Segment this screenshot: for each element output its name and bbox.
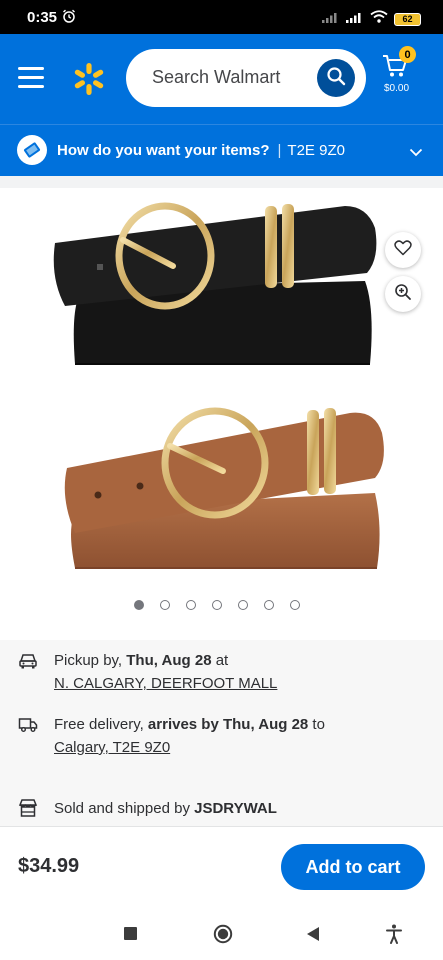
recent-apps-icon[interactable] — [124, 927, 137, 945]
alarm-icon — [62, 9, 76, 28]
pickup-suffix: at — [211, 652, 229, 669]
seller-text: Sold and shipped by JSDRYWAL — [54, 797, 277, 820]
signal-icon — [322, 10, 340, 28]
app-header: 0 $0.00 — [0, 34, 443, 124]
search-input[interactable] — [152, 67, 312, 88]
fulfillment-icon — [17, 135, 47, 165]
back-icon[interactable] — [306, 926, 320, 947]
chevron-down-icon — [409, 144, 423, 162]
product-price: $34.99 — [18, 855, 80, 877]
search-bar[interactable] — [126, 49, 366, 107]
favorite-button[interactable] — [385, 232, 421, 268]
gallery-dot[interactable] — [212, 600, 222, 610]
add-to-cart-button[interactable]: Add to cart — [281, 844, 425, 890]
status-time: 0:35 — [27, 9, 58, 26]
gallery-dot[interactable] — [264, 600, 274, 610]
search-icon — [326, 66, 346, 91]
purchase-bar: $34.99 Add to cart — [0, 826, 443, 908]
gallery-pagination[interactable] — [134, 600, 300, 610]
gallery-dot[interactable] — [134, 600, 144, 610]
fulfillment-selector[interactable]: How do you want your items? | T2E 9Z0 — [0, 124, 443, 176]
delivery-text: Free delivery, arrives by Thu, Aug 28 to… — [54, 713, 325, 759]
fulfillment-info: Pickup by, Thu, Aug 28 at N. CALGARY, DE… — [0, 640, 443, 826]
car-icon — [18, 650, 38, 670]
delivery-suffix: to — [308, 716, 325, 733]
pickup-prefix: Pickup by, — [54, 652, 127, 669]
pickup-date: Thu, Aug 28 — [126, 652, 212, 669]
battery-icon: 62 — [394, 12, 421, 26]
seller-prefix: Sold and shipped by — [54, 800, 195, 817]
gallery-dot[interactable] — [160, 600, 170, 610]
zoom-in-icon — [394, 283, 412, 306]
home-icon[interactable] — [213, 924, 233, 949]
seller-name[interactable]: JSDRYWAL — [194, 800, 277, 817]
cart-button[interactable]: 0 $0.00 — [380, 46, 420, 108]
fulfillment-prompt: How do you want your items? — [57, 142, 270, 159]
delivery-row: Free delivery, arrives by Thu, Aug 28 to… — [18, 713, 325, 759]
gallery-dot[interactable] — [186, 600, 196, 610]
store-icon — [18, 798, 38, 818]
accessibility-icon[interactable] — [386, 924, 402, 949]
cart-count-badge: 0 — [399, 46, 416, 63]
wifi-icon — [370, 10, 388, 28]
heart-icon — [394, 239, 412, 261]
fulfillment-text: How do you want your items? | T2E 9Z0 — [57, 142, 345, 159]
black-belt — [53, 202, 377, 365]
delivery-prefix: Free delivery, — [54, 716, 148, 733]
fulfillment-separator: | — [277, 142, 282, 159]
pickup-text: Pickup by, Thu, Aug 28 at N. CALGARY, DE… — [54, 649, 277, 695]
gallery-dot[interactable] — [290, 600, 300, 610]
pickup-store-link[interactable]: N. CALGARY, DEERFOOT MALL — [54, 672, 277, 695]
search-button[interactable] — [317, 59, 355, 97]
brown-belt — [64, 407, 384, 569]
walmart-spark-logo[interactable] — [72, 62, 106, 101]
truck-icon — [18, 714, 38, 734]
signal-icon-secondary — [346, 10, 364, 28]
delivery-location-link[interactable]: Calgary, T2E 9Z0 — [54, 736, 325, 759]
delivery-arrival: arrives by Thu, Aug 28 — [147, 716, 309, 733]
pickup-row: Pickup by, Thu, Aug 28 at N. CALGARY, DE… — [18, 649, 277, 695]
cart-total: $0.00 — [384, 83, 410, 94]
product-image-gallery[interactable] — [0, 176, 443, 632]
product-image-belts[interactable] — [45, 188, 390, 588]
gallery-top-band — [0, 176, 443, 188]
status-indicators: 62 — [322, 10, 421, 28]
zoom-button[interactable] — [385, 276, 421, 312]
postal-code: T2E 9Z0 — [287, 142, 345, 159]
seller-row: Sold and shipped by JSDRYWAL — [18, 797, 277, 820]
gallery-dot[interactable] — [238, 600, 248, 610]
menu-icon[interactable] — [18, 67, 44, 89]
system-nav-bar — [0, 908, 443, 960]
status-bar: 0:35 62 — [0, 0, 443, 34]
